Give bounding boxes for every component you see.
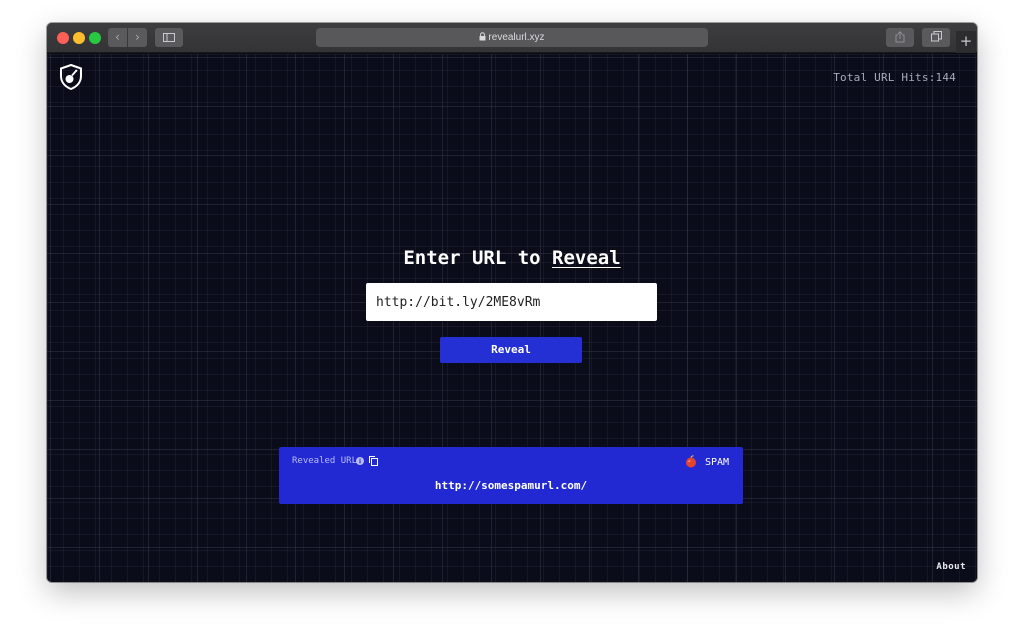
total-url-hits: Total URL Hits:144 — [833, 71, 956, 84]
close-window-button[interactable] — [57, 32, 69, 44]
lock-icon — [479, 32, 486, 41]
about-link[interactable]: About — [936, 562, 966, 572]
forward-button[interactable]: › — [128, 28, 147, 47]
share-button[interactable] — [886, 28, 914, 47]
share-icon — [895, 31, 905, 43]
revealed-url[interactable]: http://somespamurl.com/ — [279, 479, 743, 492]
minimize-window-button[interactable] — [73, 32, 85, 44]
url-input[interactable] — [366, 283, 657, 321]
show-tabs-button[interactable] — [922, 28, 950, 47]
new-tab-button[interactable]: + — [956, 31, 976, 53]
page-title-prefix: Enter URL to — [403, 247, 553, 269]
revealed-url-label: Revealed URL — [292, 456, 358, 466]
reveal-button[interactable]: Reveal — [440, 337, 582, 363]
address-bar[interactable]: revealurl.xyz — [316, 28, 708, 47]
page-content: Total URL Hits:144 Enter URL to Reveal R… — [47, 54, 977, 582]
result-card: Revealed URL SPAM http://somespamurl.com… — [279, 447, 743, 504]
back-button[interactable]: ‹ — [108, 28, 127, 47]
sidebar-toggle-button[interactable] — [155, 28, 183, 47]
browser-window: ‹ › revealurl.xyz + Total URL Hits:144 E… — [47, 23, 977, 582]
address-text: revealurl.xyz — [488, 32, 545, 43]
reveal-link[interactable]: Reveal — [552, 247, 621, 269]
tabs-icon — [931, 31, 942, 42]
spam-status-badge: SPAM — [705, 457, 730, 468]
zoom-window-button[interactable] — [89, 32, 101, 44]
browser-toolbar: ‹ › revealurl.xyz + — [47, 23, 977, 53]
shield-logo-icon[interactable] — [59, 64, 83, 90]
info-icon[interactable] — [356, 457, 364, 465]
sidebar-icon — [163, 33, 175, 42]
bomb-icon — [686, 455, 696, 468]
copy-icon[interactable] — [369, 456, 378, 466]
page-title: Enter URL to Reveal — [47, 247, 977, 269]
